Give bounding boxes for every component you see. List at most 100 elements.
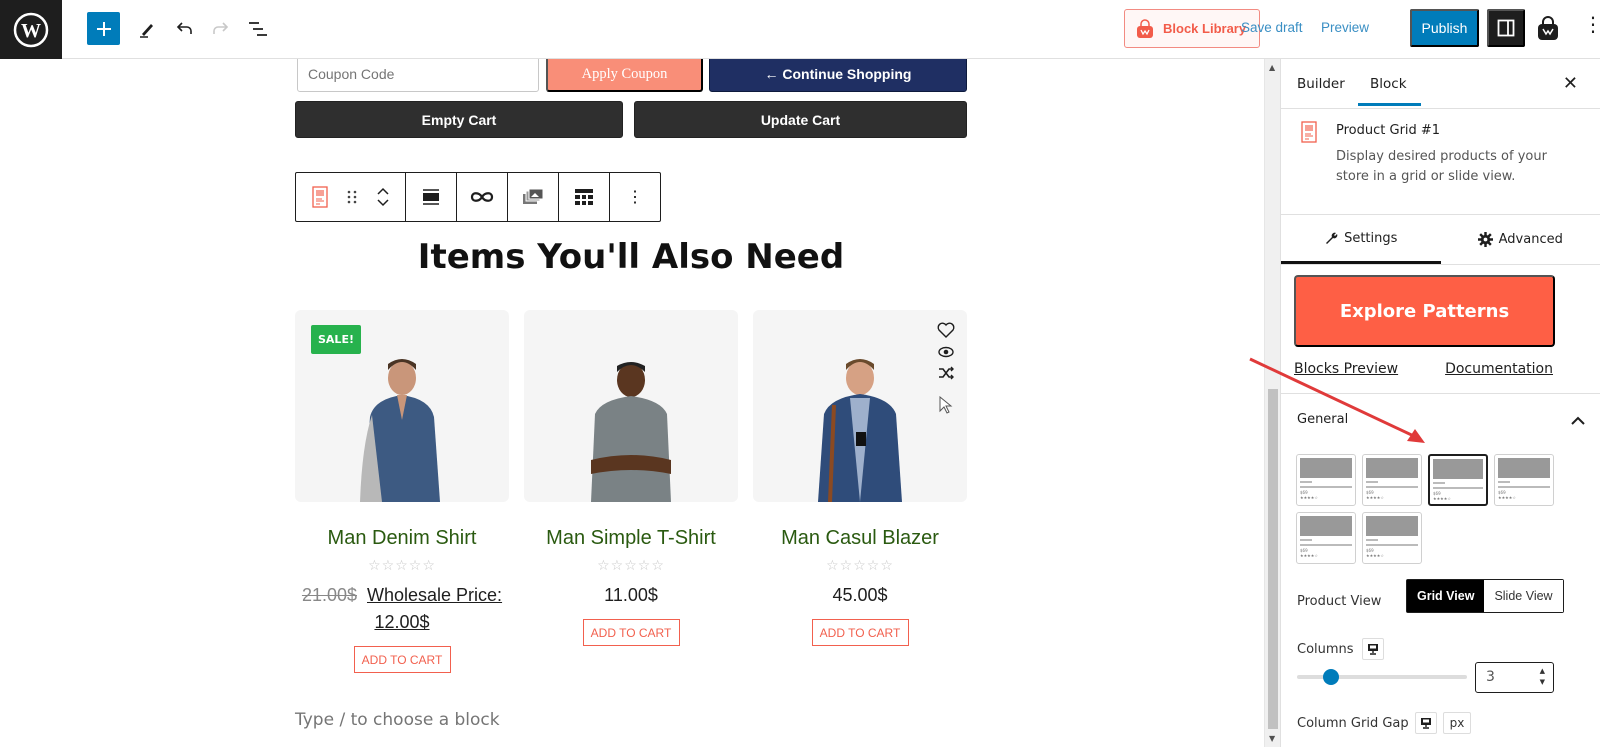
layout-picker: $69 ★★★★☆ $69 ★★★★☆ $69 ★★★★☆ $69 ★★★★☆ $69 ★★★★☆… bbox=[1296, 454, 1554, 564]
settings-toggle-button[interactable] bbox=[1487, 9, 1525, 47]
infinity-link-icon bbox=[470, 192, 494, 202]
tools-button[interactable] bbox=[130, 12, 164, 46]
close-sidebar-button[interactable]: ✕ bbox=[1563, 73, 1578, 94]
block-library-button[interactable]: Block Library bbox=[1124, 9, 1260, 48]
layout-thumb-text: $69 ★★★★☆ bbox=[1300, 490, 1318, 500]
apply-coupon-button[interactable]: Apply Coupon bbox=[546, 59, 703, 92]
options-menu-button[interactable]: ⋮ bbox=[1583, 14, 1600, 34]
product-title[interactable]: Man Denim Shirt bbox=[295, 527, 509, 550]
layout-thumb-line bbox=[1498, 486, 1550, 488]
columns-label: Columns bbox=[1297, 641, 1354, 657]
layout-option-5[interactable]: $69 ★★★★☆ bbox=[1296, 512, 1356, 564]
redo-icon bbox=[213, 22, 229, 34]
chevron-up-icon[interactable] bbox=[1571, 416, 1585, 426]
chevron-down-icon[interactable] bbox=[376, 197, 390, 209]
save-draft-button[interactable]: Save draft bbox=[1241, 20, 1303, 35]
canvas-scrollbar[interactable]: ▲ ▼ bbox=[1264, 59, 1280, 747]
product-title[interactable]: Man Casul Blazer bbox=[753, 527, 967, 550]
layout-thumb-line bbox=[1366, 486, 1418, 488]
link-button[interactable] bbox=[457, 173, 507, 221]
align-group bbox=[406, 173, 457, 221]
general-panel-title[interactable]: General bbox=[1297, 412, 1348, 427]
layout-option-2[interactable]: $69 ★★★★☆ bbox=[1362, 454, 1422, 506]
tab-advanced[interactable]: Advanced bbox=[1441, 215, 1600, 264]
eye-icon[interactable] bbox=[938, 346, 954, 358]
slider-thumb[interactable] bbox=[1323, 669, 1339, 685]
preview-button[interactable]: Preview bbox=[1321, 20, 1369, 35]
slide-view-option[interactable]: Slide View bbox=[1484, 580, 1563, 612]
old-price: 21.00$ bbox=[301, 585, 357, 605]
layout-option-3[interactable]: $69 ★★★★☆ bbox=[1428, 454, 1488, 506]
product-card: Man Simple T-Shirt ☆☆☆☆☆ 11.00$ ADD TO C… bbox=[524, 310, 738, 646]
layout-option-6[interactable]: $69 ★★★★☆ bbox=[1362, 512, 1422, 564]
update-cart-button[interactable]: Update Cart bbox=[634, 101, 967, 138]
heart-icon[interactable] bbox=[937, 322, 955, 338]
product-title[interactable]: Man Simple T-Shirt bbox=[524, 527, 738, 550]
tab-block[interactable]: Block bbox=[1358, 76, 1420, 106]
wholesale-price: Wholesale Price: 12.00$ bbox=[367, 585, 503, 632]
columns-number-input[interactable]: 3 ▲ ▼ bbox=[1475, 662, 1554, 693]
wowstore-button[interactable] bbox=[1532, 12, 1564, 46]
product-photo-denim-shirt bbox=[360, 359, 440, 502]
chevron-up-icon[interactable] bbox=[376, 185, 390, 197]
scroll-down-arrow-icon[interactable]: ▼ bbox=[1269, 734, 1275, 743]
gallery-button[interactable] bbox=[508, 173, 558, 221]
rating-stars: ☆☆☆☆☆ bbox=[826, 558, 894, 574]
explore-patterns-button[interactable]: Explore Patterns bbox=[1294, 275, 1555, 347]
link-group bbox=[457, 173, 508, 221]
compare-shuffle-icon[interactable] bbox=[938, 366, 954, 380]
spin-buttons[interactable]: ▲ ▼ bbox=[1540, 666, 1545, 688]
device-toggle-button[interactable] bbox=[1361, 638, 1384, 660]
documentation-link[interactable]: Documentation bbox=[1445, 361, 1553, 377]
continue-shopping-button[interactable]: ← Continue Shopping bbox=[709, 59, 967, 92]
tab-builder[interactable]: Builder bbox=[1297, 76, 1345, 92]
sidebar-panel-icon bbox=[1497, 19, 1515, 37]
layout-thumb-image bbox=[1366, 516, 1418, 536]
product-image[interactable] bbox=[753, 310, 967, 502]
blocks-preview-link[interactable]: Blocks Preview bbox=[1294, 361, 1398, 377]
device-toggle-button[interactable] bbox=[1414, 712, 1437, 734]
add-to-cart-button[interactable]: ADD TO CART bbox=[353, 646, 451, 673]
empty-cart-button[interactable]: Empty Cart bbox=[295, 101, 623, 138]
mouse-cursor-icon bbox=[939, 396, 953, 414]
publish-button[interactable]: Publish bbox=[1410, 9, 1479, 47]
sidebar-tabs: Builder Block ✕ bbox=[1281, 59, 1600, 109]
redo-button[interactable] bbox=[204, 12, 238, 46]
add-to-cart-button[interactable]: ADD TO CART bbox=[582, 619, 680, 646]
unit-selector[interactable]: px bbox=[1442, 712, 1472, 734]
document-overview-button[interactable] bbox=[241, 12, 275, 46]
add-to-cart-button[interactable]: ADD TO CART bbox=[811, 619, 909, 646]
layout-thumb-text: $69 ★★★★☆ bbox=[1498, 490, 1516, 500]
block-title: Product Grid #1 bbox=[1336, 123, 1441, 138]
layout-button[interactable] bbox=[559, 173, 609, 221]
advanced-tab-label: Advanced bbox=[1498, 232, 1563, 247]
section-heading: Items You'll Also Need bbox=[417, 237, 845, 277]
scroll-up-arrow-icon[interactable]: ▲ bbox=[1269, 63, 1275, 72]
columns-value: 3 bbox=[1486, 669, 1495, 685]
block-type-button[interactable] bbox=[302, 173, 338, 221]
wordpress-logo[interactable]: W bbox=[0, 0, 62, 59]
layout-thumb-line bbox=[1498, 481, 1510, 483]
scroll-thumb[interactable] bbox=[1268, 389, 1278, 729]
grid-view-option[interactable]: Grid View bbox=[1407, 580, 1485, 612]
layout-option-4[interactable]: $69 ★★★★☆ bbox=[1494, 454, 1554, 506]
coupon-code-input[interactable] bbox=[297, 59, 539, 92]
drag-handle[interactable] bbox=[338, 173, 366, 221]
layout-thumb-line bbox=[1300, 486, 1352, 488]
layout-thumb-text: $69 ★★★★☆ bbox=[1433, 491, 1451, 501]
columns-slider[interactable] bbox=[1297, 669, 1467, 685]
product-photo-blazer bbox=[818, 359, 902, 502]
layout-thumb-text: $69 ★★★★☆ bbox=[1300, 548, 1318, 558]
align-button[interactable] bbox=[406, 173, 456, 221]
product-image[interactable]: SALE! bbox=[295, 310, 509, 502]
desktop-icon bbox=[1367, 644, 1378, 655]
block-appender[interactable]: Type / to choose a block bbox=[295, 710, 500, 730]
column-gap-control: Column Grid Gap px bbox=[1297, 712, 1472, 734]
block-options-button[interactable]: ⋮ bbox=[610, 173, 660, 221]
layout-option-1[interactable]: $69 ★★★★☆ bbox=[1296, 454, 1356, 506]
product-image[interactable] bbox=[524, 310, 738, 502]
undo-button[interactable] bbox=[167, 12, 201, 46]
add-block-button[interactable] bbox=[87, 12, 120, 45]
tab-settings[interactable]: Settings bbox=[1281, 215, 1441, 264]
wordpress-icon: W bbox=[13, 12, 49, 47]
